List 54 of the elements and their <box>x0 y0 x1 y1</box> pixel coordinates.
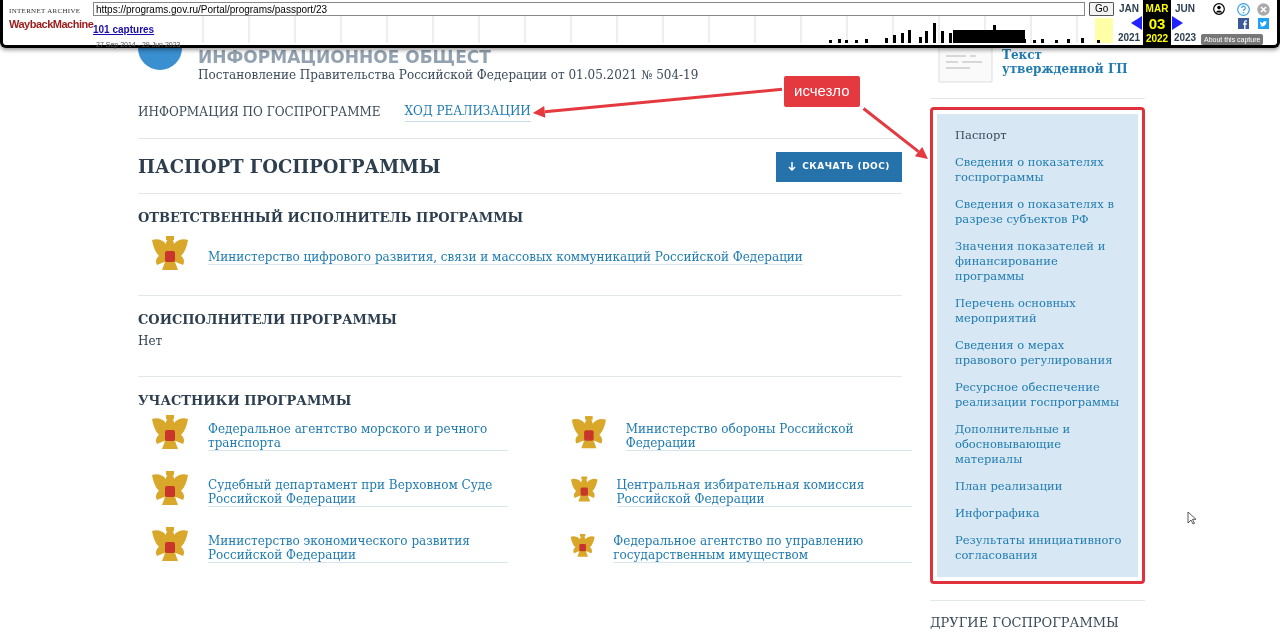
participant-link[interactable]: Министерство обороны Российской Федерации <box>625 421 912 451</box>
download-button[interactable]: СКАЧАТЬ (DOC) <box>776 152 902 182</box>
download-arrow-icon <box>788 162 797 172</box>
captures-link[interactable]: 101 captures <box>93 24 155 35</box>
sidebar-link[interactable]: Перечень основных мероприятий <box>955 296 1126 326</box>
program-subtitle: Постановление Правительства Российской Федерации от 01.05.2021 № 504-19 <box>198 67 699 84</box>
section-heading: СОИСПОЛНИТЕЛИ ПРОГРАММЫ <box>138 312 398 328</box>
year-label: 2023 <box>1172 31 1198 45</box>
section-heading: ДРУГИЕ ГОСПРОГРАММЫ <box>930 614 1120 632</box>
user-icon[interactable] <box>1213 3 1225 15</box>
month-label: MAR <box>1144 2 1170 16</box>
calendar-month[interactable]: JAN 2021 <box>1115 0 1143 45</box>
twitter-icon[interactable] <box>1258 18 1269 29</box>
year-label: 2021 <box>1116 31 1142 45</box>
sidebar-link[interactable]: Дополнительные и обосновывающие материалы <box>955 422 1126 467</box>
section-heading: УЧАСТНИКИ ПРОГРАММЫ <box>138 392 353 409</box>
nav-tab[interactable]: ХОД РЕАЛИЗАЦИИ <box>404 102 531 122</box>
sidebar-link[interactable]: Значения показателей и финансирование программы <box>955 239 1126 284</box>
program-title: ИНФОРМАЦИОННОЕ ОБЩЕСТ <box>198 48 492 66</box>
annotation-arrow <box>862 107 928 159</box>
sidebar-link[interactable]: Ресурсное обеспечение реализации госпрограммы <box>955 380 1126 410</box>
month-label: JAN <box>1118 2 1140 16</box>
go-button[interactable]: Go <box>1089 2 1115 16</box>
help-icon[interactable] <box>1237 3 1250 16</box>
wayback-logo[interactable]: WaybackMachine <box>9 16 93 31</box>
participant-link[interactable]: Судебный департамент при Верховном Суде Российской Федерации <box>208 477 508 507</box>
day-label: 03 <box>1147 16 1167 31</box>
next-arrow-icon[interactable] <box>1171 16 1183 30</box>
sidebar-link[interactable]: Результаты инициативного согласования <box>955 533 1126 563</box>
participant-link[interactable]: Федеральное агентство морского и речного транспорта <box>208 421 508 451</box>
participant-link[interactable]: Федеральное агентство по управлению государственным имуществом <box>613 533 912 563</box>
sidebar-link[interactable]: Сведения о показателях госпрограммы <box>955 155 1126 185</box>
annotation-label: исчезло <box>784 76 860 107</box>
executor-link[interactable]: Министерство цифрового развития, связи и массовых коммуникаций Российской Федерации <box>208 249 803 265</box>
sidebar-link[interactable]: Сведения о мерах правового регулирования <box>955 338 1126 368</box>
section-heading: ОТВЕТСТВЕННЫЙ ИСПОЛНИТЕЛЬ ПРОГРАММЫ <box>138 209 525 226</box>
section-heading: ПАСПОРТ ГОСПРОГРАММЫ <box>138 155 441 178</box>
facebook-icon[interactable] <box>1238 18 1249 29</box>
sidebar-link[interactable]: План реализации <box>955 479 1126 494</box>
nav-tab[interactable]: ИНФОРМАЦИЯ ПО ГОСПРОГРАММЕ <box>138 102 381 122</box>
year-label: 2022 <box>1144 32 1170 46</box>
calendar-month[interactable]: MAR 03 2022 <box>1143 0 1171 45</box>
participant-link[interactable]: Министерство экономического развития Российской Федерации <box>208 533 508 563</box>
sidebar-link[interactable]: Паспорт <box>955 128 1126 143</box>
approved-text-link[interactable]: Текст утвержденной ГП <box>1002 48 1142 76</box>
participant-link[interactable]: Центральная избирательная комиссия Российской Федерации <box>616 477 912 507</box>
coexecutors-value: Нет <box>138 332 164 350</box>
sidebar-link[interactable]: Инфографика <box>955 506 1126 521</box>
calendar-month[interactable]: JUN 2023 <box>1171 0 1199 45</box>
mouse-cursor-icon <box>1187 511 1197 525</box>
sidebar-link[interactable]: Сведения о показателях в разрезе субъектов РФ <box>955 197 1126 227</box>
url-field[interactable]: https://programs.gov.ru/Portal/programs/passport/23 <box>93 2 1085 16</box>
month-label: JUN <box>1174 2 1196 16</box>
previous-arrow-icon[interactable] <box>1131 16 1143 30</box>
